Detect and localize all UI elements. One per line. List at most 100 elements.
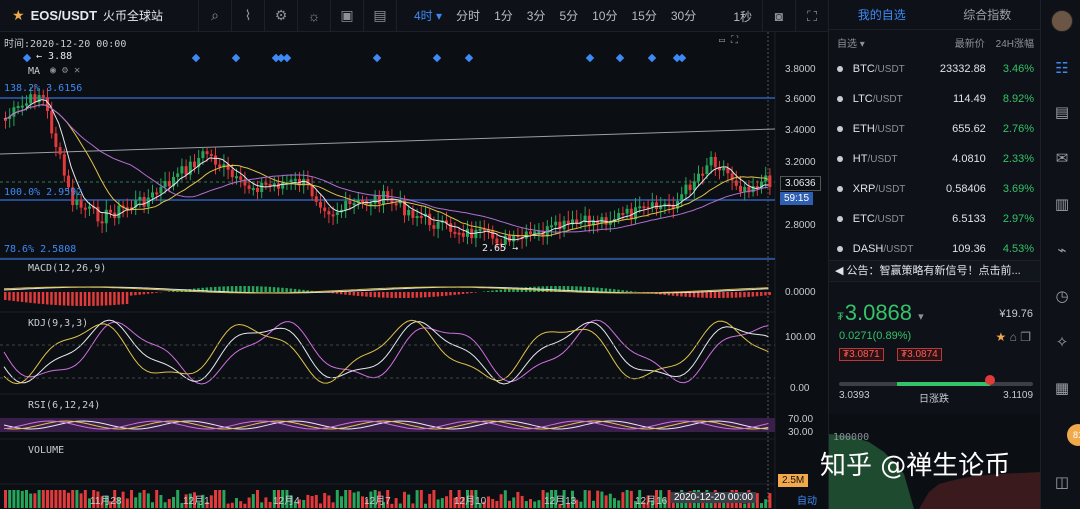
candle-body xyxy=(688,184,692,191)
list-item[interactable]: ETH/USDT 655.62 2.76% xyxy=(829,114,1040,144)
pair-price: 6.5133 xyxy=(952,213,986,225)
auto-scale-button[interactable]: 自动 xyxy=(797,492,817,507)
message-icon[interactable]: ✉ xyxy=(1050,146,1074,170)
macd-histogram-bar xyxy=(16,292,20,302)
star-icon[interactable]: ★ xyxy=(996,330,1007,344)
camera-icon[interactable]: ◙ xyxy=(762,0,795,32)
interval-5m[interactable]: 5分 xyxy=(552,7,585,24)
watchlist-icon[interactable]: ☷ xyxy=(1050,56,1074,80)
volume-bar xyxy=(419,490,423,508)
volume-bar xyxy=(335,490,339,508)
macd-histogram-bar xyxy=(403,292,406,298)
volume-bar xyxy=(151,502,154,508)
macd-histogram-bar xyxy=(449,292,452,296)
layout-icon[interactable]: ▣ xyxy=(330,0,363,32)
macd-histogram-bar xyxy=(701,292,704,298)
symbol-title[interactable]: ★ EOS/USDT 火币全球站 xyxy=(0,0,198,32)
favorite-star-icon[interactable]: ★ xyxy=(12,7,25,24)
candle-body xyxy=(331,214,335,217)
signal-diamond xyxy=(677,53,687,63)
list-item[interactable]: HT/USDT 4.0810 2.33% xyxy=(829,144,1040,174)
list-item[interactable]: BTC/USDT 23332.88 3.46% xyxy=(829,54,1040,84)
notification-badge[interactable]: 81 xyxy=(1067,424,1080,446)
volume-bar xyxy=(25,490,28,508)
date-axis-tick: 12月4 xyxy=(273,496,300,507)
grid-icon[interactable]: ▦ xyxy=(1050,376,1074,400)
list-item[interactable]: ETC/USDT 6.5133 2.97% xyxy=(829,204,1040,234)
avatar[interactable] xyxy=(1051,10,1073,32)
gear-icon[interactable]: ⚙ xyxy=(264,0,297,32)
compass-icon[interactable]: ✧ xyxy=(1050,330,1074,354)
candle-body xyxy=(281,182,285,189)
volume-bar xyxy=(41,490,45,508)
bid-price[interactable]: ₮3.0871 xyxy=(839,348,884,361)
interval-30m[interactable]: 30分 xyxy=(664,7,703,24)
chart-type-icon[interactable]: ▤ xyxy=(363,0,396,32)
wallet-icon[interactable]: ◫ xyxy=(1050,470,1074,494)
volume-bar xyxy=(319,503,322,508)
macd-histogram-bar xyxy=(100,292,104,306)
chart-canvas[interactable] xyxy=(0,32,828,509)
lock-icon[interactable]: ⌂ xyxy=(1010,330,1017,344)
pair-price: 655.62 xyxy=(952,123,986,135)
volume-bar xyxy=(268,501,272,508)
volume-bar xyxy=(235,498,238,508)
macd-histogram-bar xyxy=(130,292,133,296)
news-icon[interactable]: ▤ xyxy=(1050,100,1074,124)
list-item[interactable]: LTC/USDT 114.49 8.92% xyxy=(829,84,1040,114)
candle-body xyxy=(104,209,108,224)
signal-diamond xyxy=(647,53,657,63)
chart-tools-icon[interactable]: ▭ ⛶ xyxy=(719,35,738,46)
tab-watchlist[interactable]: 我的自选 xyxy=(829,0,935,29)
fullscreen-icon[interactable]: ⛶ xyxy=(795,0,828,32)
macd-histogram-bar xyxy=(764,292,767,296)
eye-icon[interactable]: ◉ ⚙ ✕ xyxy=(50,65,80,76)
macd-histogram-bar xyxy=(415,292,419,298)
signal-icon[interactable]: ⌁ xyxy=(1050,238,1074,262)
col-24h-change[interactable]: 24H涨幅 xyxy=(985,35,1034,50)
interval-timeshare[interactable]: 分时 xyxy=(449,7,487,24)
volume-bar xyxy=(537,500,541,508)
candlestick-chart[interactable]: 时间:2020-12-20 00:00 ← 3.88 MA ◉ ⚙ ✕ 138.… xyxy=(0,32,828,509)
theme-sun-icon[interactable]: ☼ xyxy=(297,0,330,32)
candle-body xyxy=(314,196,318,202)
macd-histogram-bar xyxy=(344,292,347,295)
candle-body xyxy=(684,184,688,195)
candle-body xyxy=(214,155,217,165)
interval-15m[interactable]: 15分 xyxy=(624,7,663,24)
macd-histogram-bar xyxy=(474,292,477,293)
macd-histogram-bar xyxy=(739,292,742,298)
pair-price: 23332.88 xyxy=(939,63,986,75)
list-item[interactable]: DASH/USDT 109.36 4.53% xyxy=(829,234,1040,260)
pair-change: 2.33% xyxy=(1002,153,1035,165)
time-label: 时间:2020-12-20 00:00 xyxy=(4,39,127,50)
interval-10m[interactable]: 10分 xyxy=(585,7,624,24)
col-watchlist[interactable]: 自选 ▾ xyxy=(837,35,924,50)
indicator-icon[interactable]: ⌇ xyxy=(231,0,264,32)
tab-index[interactable]: 综合指数 xyxy=(935,0,1041,29)
copy-icon[interactable]: ❐ xyxy=(1020,330,1031,344)
bar-chart-icon[interactable]: ▥ xyxy=(1050,192,1074,216)
search-icon[interactable]: ⌕ xyxy=(198,0,231,32)
interval-4h[interactable]: 4时 ▾ xyxy=(407,7,449,24)
list-item[interactable]: XRP/USDT 0.58406 3.69% xyxy=(829,174,1040,204)
candle-body xyxy=(50,110,54,134)
refresh-rate[interactable]: 1秒 xyxy=(723,8,762,25)
pair-change: 3.46% xyxy=(1002,63,1035,75)
ask-price[interactable]: ₮3.0874 xyxy=(897,348,942,361)
volume-bar xyxy=(617,500,621,508)
alarm-clock-icon[interactable]: ◷ xyxy=(1050,284,1074,308)
interval-1m[interactable]: 1分 xyxy=(487,7,520,24)
toolbar-right: 1秒 ◙ ⛶ xyxy=(723,0,828,32)
col-last-price[interactable]: 最新价 xyxy=(924,35,985,50)
macd-histogram-bar xyxy=(243,286,246,292)
macd-histogram-bar xyxy=(20,292,24,302)
candle-body xyxy=(697,173,700,182)
signal-diamond xyxy=(615,53,625,63)
interval-3m[interactable]: 3分 xyxy=(520,7,553,24)
announcement-banner[interactable]: ◀ 公告：智赢策略有新信号！点击前... xyxy=(829,260,1041,282)
macd-histogram-bar xyxy=(768,292,771,296)
candle-body xyxy=(239,176,243,180)
macd-histogram-bar xyxy=(692,292,696,298)
candle-body xyxy=(650,202,654,208)
